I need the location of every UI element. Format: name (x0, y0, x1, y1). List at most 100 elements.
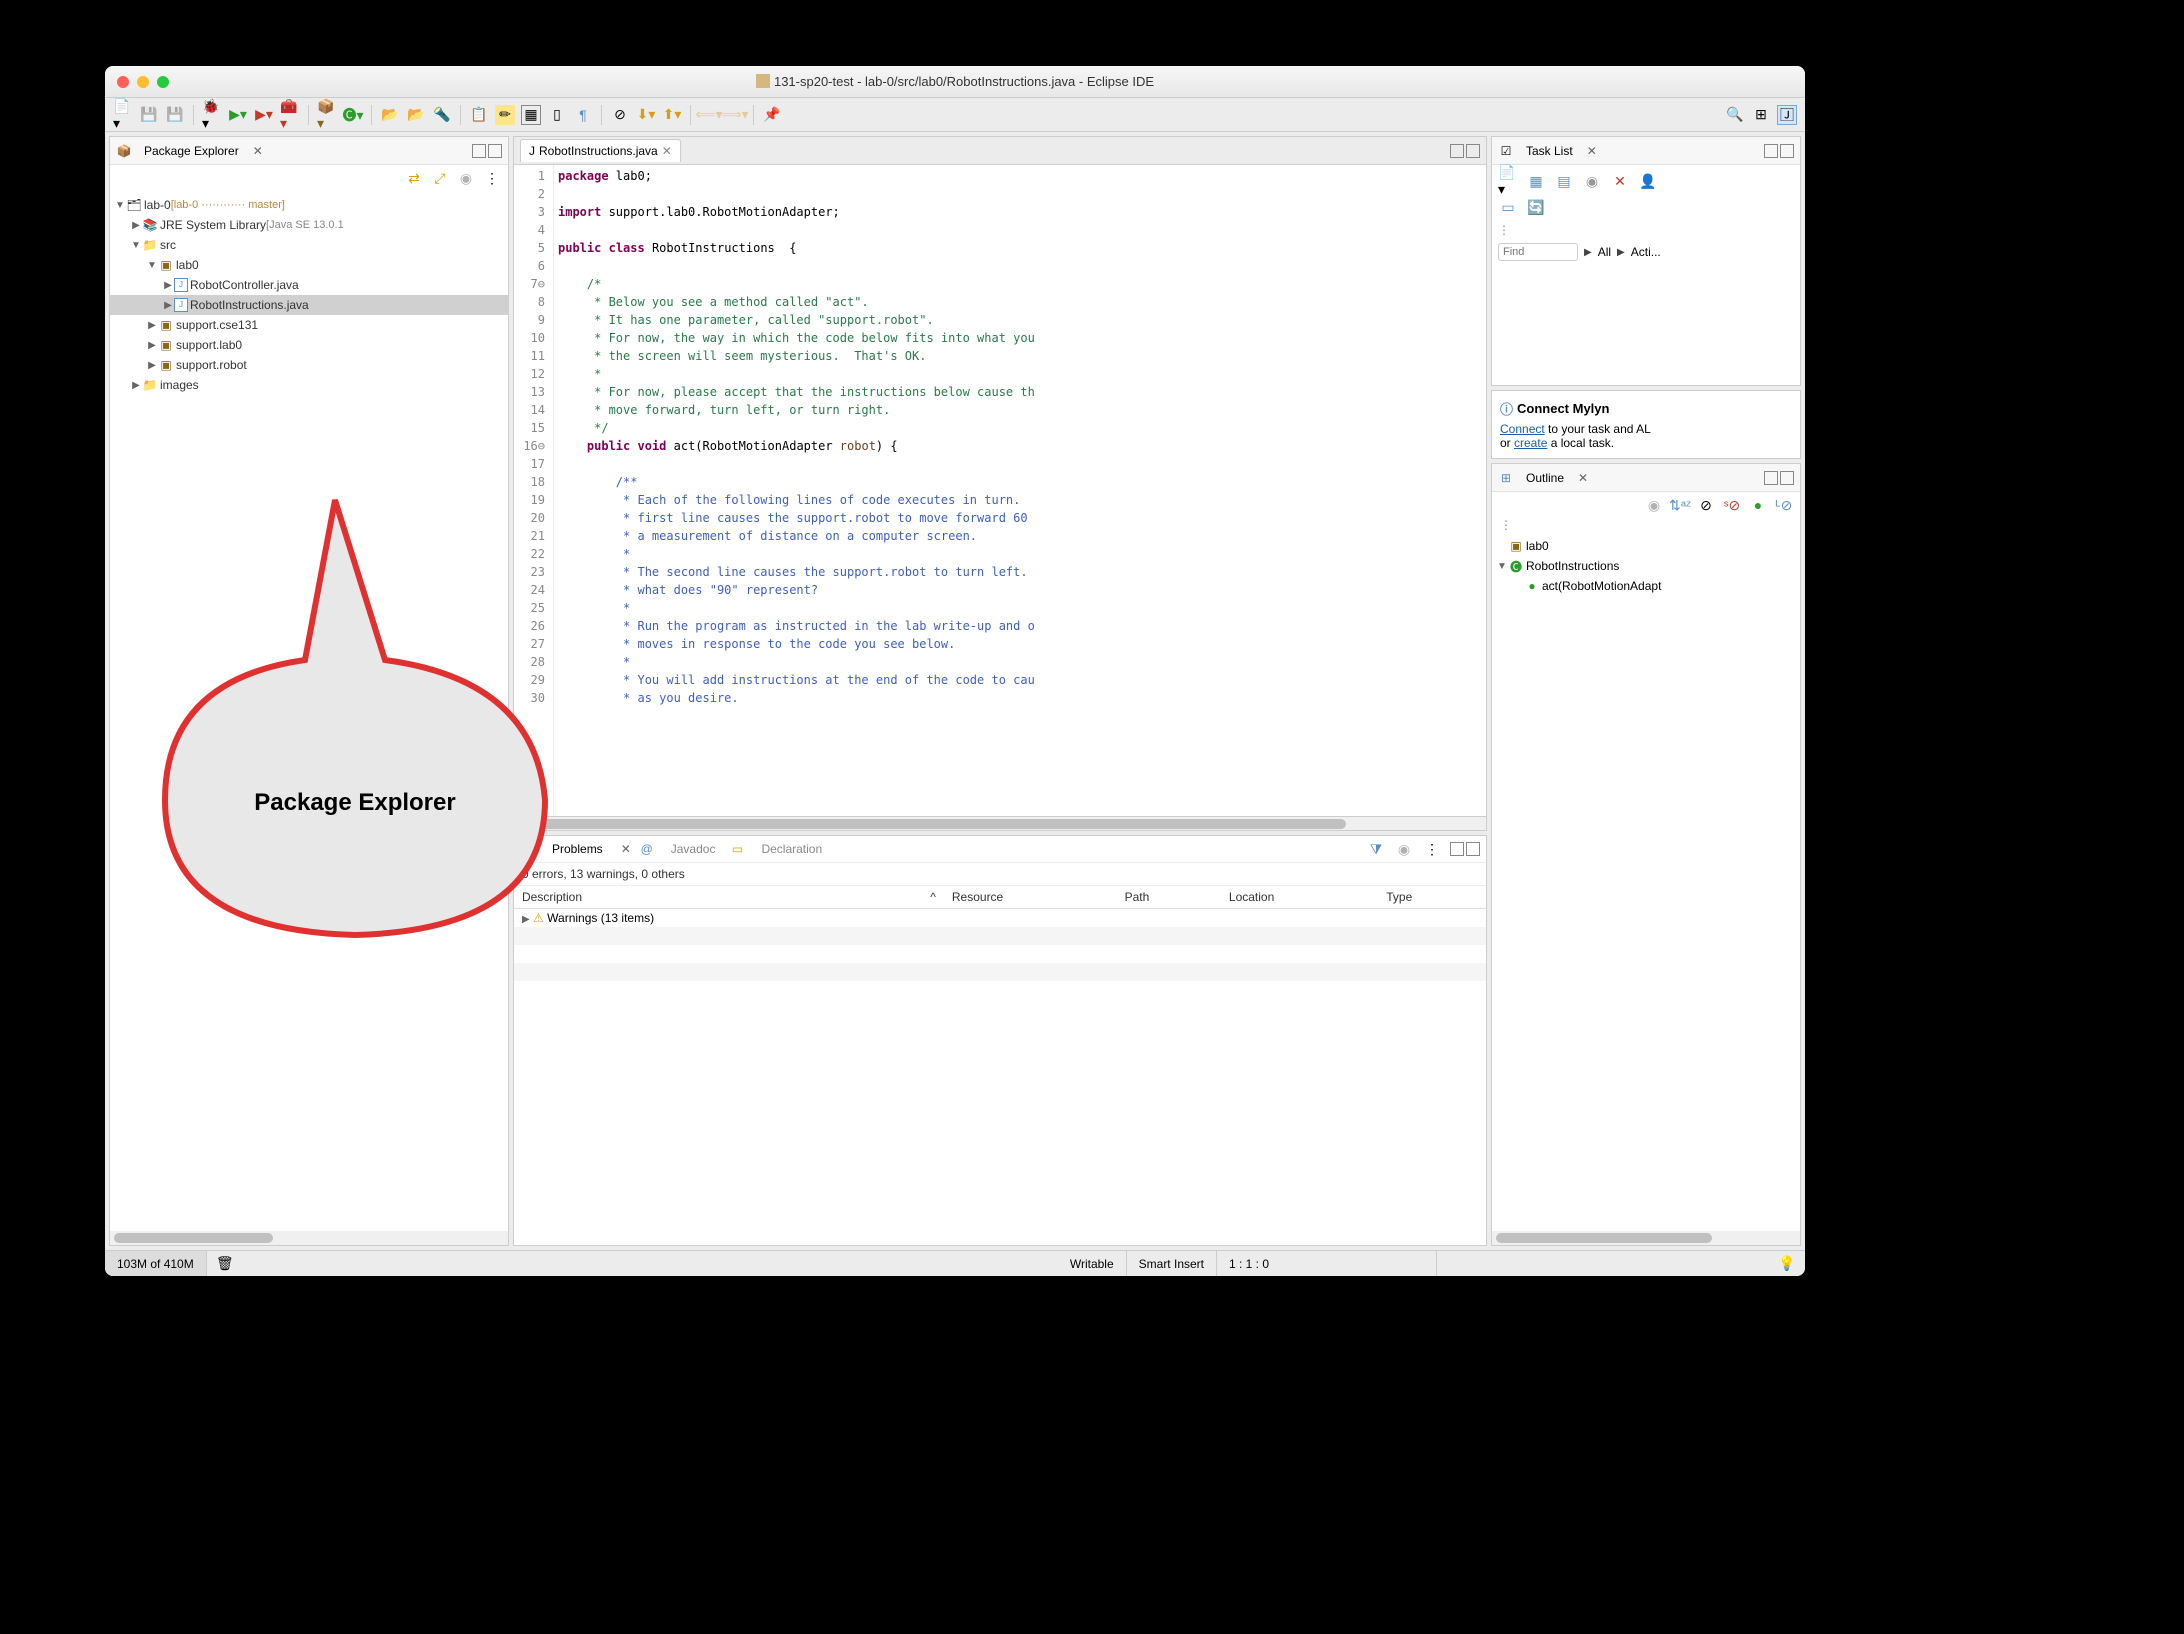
folder-images[interactable]: ▶📁images (110, 375, 508, 395)
minimize-view-icon[interactable] (472, 144, 486, 158)
col-location[interactable]: Location (1221, 886, 1378, 909)
next-annotation-icon[interactable]: ⬇▾ (636, 105, 656, 125)
minimize-editor-icon[interactable] (1450, 144, 1464, 158)
package-lab0[interactable]: ▼▣lab0 (110, 255, 508, 275)
save-all-icon[interactable]: 💾 (165, 105, 185, 125)
maximize-view-icon[interactable] (1780, 471, 1794, 485)
focus-task-icon[interactable]: ◉ (456, 168, 476, 188)
triangle-icon[interactable]: ▶ (1617, 247, 1625, 258)
filter-icon[interactable]: ⧩ (1366, 839, 1386, 859)
link-editor-icon[interactable]: ⤢ (430, 168, 450, 188)
categorized-icon[interactable]: ▦ (1526, 171, 1546, 191)
minimize-view-icon[interactable] (1450, 842, 1464, 856)
quick-access-icon[interactable]: 🔍 (1725, 105, 1745, 125)
minimize-view-icon[interactable] (1764, 471, 1778, 485)
new-icon[interactable]: 📄▾ (113, 105, 133, 125)
pin-editor-icon[interactable]: 📌 (762, 105, 782, 125)
open-type-icon[interactable]: 📂 (380, 105, 400, 125)
package-supportrobot[interactable]: ▶▣support.robot (110, 355, 508, 375)
close-view-icon[interactable]: ✕ (1587, 144, 1597, 158)
coverage-icon[interactable]: ▶▾ (254, 105, 274, 125)
src-node[interactable]: ▼📁src (110, 235, 508, 255)
close-view-icon[interactable]: ✕ (253, 144, 263, 158)
close-view-icon[interactable]: ✕ (1578, 471, 1588, 485)
mark-occur-icon[interactable]: ✏ (495, 105, 515, 125)
hide-nonpublic-icon[interactable]: ● (1748, 495, 1768, 515)
minimize-icon[interactable] (137, 76, 149, 88)
back-icon[interactable]: ⟸▾ (699, 105, 719, 125)
editor-tab[interactable]: J RobotInstructions.java ✕ (520, 139, 681, 162)
focus-workweek-icon[interactable]: ◉ (1582, 171, 1602, 191)
create-link[interactable]: create (1514, 436, 1547, 450)
tab-problems[interactable]: Problems (546, 840, 609, 858)
sort-icon[interactable]: ⇅ᵃᶻ (1670, 495, 1690, 515)
close-tab-icon[interactable]: ✕ (621, 842, 631, 856)
tab-javadoc[interactable]: Javadoc (665, 840, 722, 858)
jre-node[interactable]: ▶📚JRE System Library [Java SE 13.0.1 (110, 215, 508, 235)
minimize-view-icon[interactable] (1764, 144, 1778, 158)
tip-icon[interactable]: 💡 (1777, 1254, 1797, 1274)
close-tab-icon[interactable]: ✕ (662, 144, 672, 158)
new-package-icon[interactable]: 📦▾ (317, 105, 337, 125)
sync-icon[interactable]: 👤 (1638, 171, 1658, 191)
focus-icon[interactable]: ◉ (1394, 839, 1414, 859)
pe-scroll[interactable] (110, 1231, 508, 1245)
view-menu-icon[interactable]: ⋮ (1422, 839, 1442, 859)
warnings-group-row[interactable]: ▶ ⚠ Warnings (13 items) (514, 909, 1486, 928)
code-editor[interactable]: 1234567⊖8910111213141516⊖171819202122232… (513, 164, 1487, 817)
triangle-icon[interactable]: ▶ (1584, 247, 1592, 258)
gc-icon[interactable]: 🗑 (215, 1254, 235, 1274)
show-whitespace-icon[interactable]: ▯ (547, 105, 567, 125)
pilcrow-icon[interactable]: ¶ (573, 105, 593, 125)
collapse-all-icon[interactable]: ⇄ (404, 168, 424, 188)
col-type[interactable]: Type (1378, 886, 1486, 909)
zoom-icon[interactable] (157, 76, 169, 88)
ext-tools-icon[interactable]: 🧰▾ (280, 105, 300, 125)
hide-fields-icon[interactable]: ⊘ (1696, 495, 1716, 515)
col-path[interactable]: Path (1117, 886, 1221, 909)
maximize-view-icon[interactable] (1780, 144, 1794, 158)
maximize-editor-icon[interactable] (1466, 144, 1480, 158)
open-perspective-icon[interactable]: ⊞ (1751, 105, 1771, 125)
skip-breakpoints-icon[interactable]: ⊘ (610, 105, 630, 125)
hide-local-icon[interactable]: ᴸ⊘ (1774, 495, 1794, 515)
package-supportlab0[interactable]: ▶▣support.lab0 (110, 335, 508, 355)
filter-activate[interactable]: Acti... (1631, 245, 1661, 259)
connect-link[interactable]: Connect (1500, 422, 1545, 436)
debug-icon[interactable]: 🐞▾ (202, 105, 222, 125)
hide-icon[interactable]: ✕ (1610, 171, 1630, 191)
heap-status[interactable]: 103M of 410M (105, 1251, 207, 1276)
prev-annotation-icon[interactable]: ⬆▾ (662, 105, 682, 125)
new-class-icon[interactable]: 🅒▾ (343, 105, 363, 125)
col-description[interactable]: Description (514, 886, 922, 909)
code-area[interactable]: package lab0; import support.lab0.RobotM… (554, 165, 1486, 816)
synchronize-icon[interactable]: 🔄 (1526, 197, 1546, 217)
editor-scroll[interactable] (513, 817, 1487, 831)
maximize-view-icon[interactable] (488, 144, 502, 158)
close-icon[interactable] (117, 76, 129, 88)
open-task-icon[interactable]: 📂 (406, 105, 426, 125)
view-menu-icon[interactable]: ⋮ (482, 168, 502, 188)
col-resource[interactable]: Resource (944, 886, 1117, 909)
java-perspective-icon[interactable]: 🄹 (1777, 105, 1797, 125)
outline-package[interactable]: ▣lab0 (1496, 536, 1796, 556)
toggle-breadcrumb-icon[interactable]: 📋 (469, 105, 489, 125)
block-select-icon[interactable]: ▦ (521, 105, 541, 125)
project-node[interactable]: ▼🗂lab-0 [lab-0 ············ master] (110, 195, 508, 215)
task-find-input[interactable] (1498, 243, 1578, 261)
new-task-icon[interactable]: 📄▾ (1498, 171, 1518, 191)
tab-declaration[interactable]: Declaration (755, 840, 828, 858)
focus-icon[interactable]: ◉ (1644, 495, 1664, 515)
filter-all[interactable]: All (1598, 245, 1611, 259)
forward-icon[interactable]: ⟹▾ (725, 105, 745, 125)
package-cse131[interactable]: ▶▣support.cse131 (110, 315, 508, 335)
outline-method[interactable]: ●act(RobotMotionAdapt (1496, 576, 1796, 596)
save-icon[interactable]: 💾 (139, 105, 159, 125)
file-robotcontroller[interactable]: ▶JRobotController.java (110, 275, 508, 295)
scheduled-icon[interactable]: ▤ (1554, 171, 1574, 191)
collapse-icon[interactable]: ▭ (1498, 197, 1518, 217)
run-icon[interactable]: ▶▾ (228, 105, 248, 125)
outline-scroll[interactable] (1492, 1231, 1800, 1245)
hide-static-icon[interactable]: ˢ⊘ (1722, 495, 1742, 515)
maximize-view-icon[interactable] (1466, 842, 1480, 856)
